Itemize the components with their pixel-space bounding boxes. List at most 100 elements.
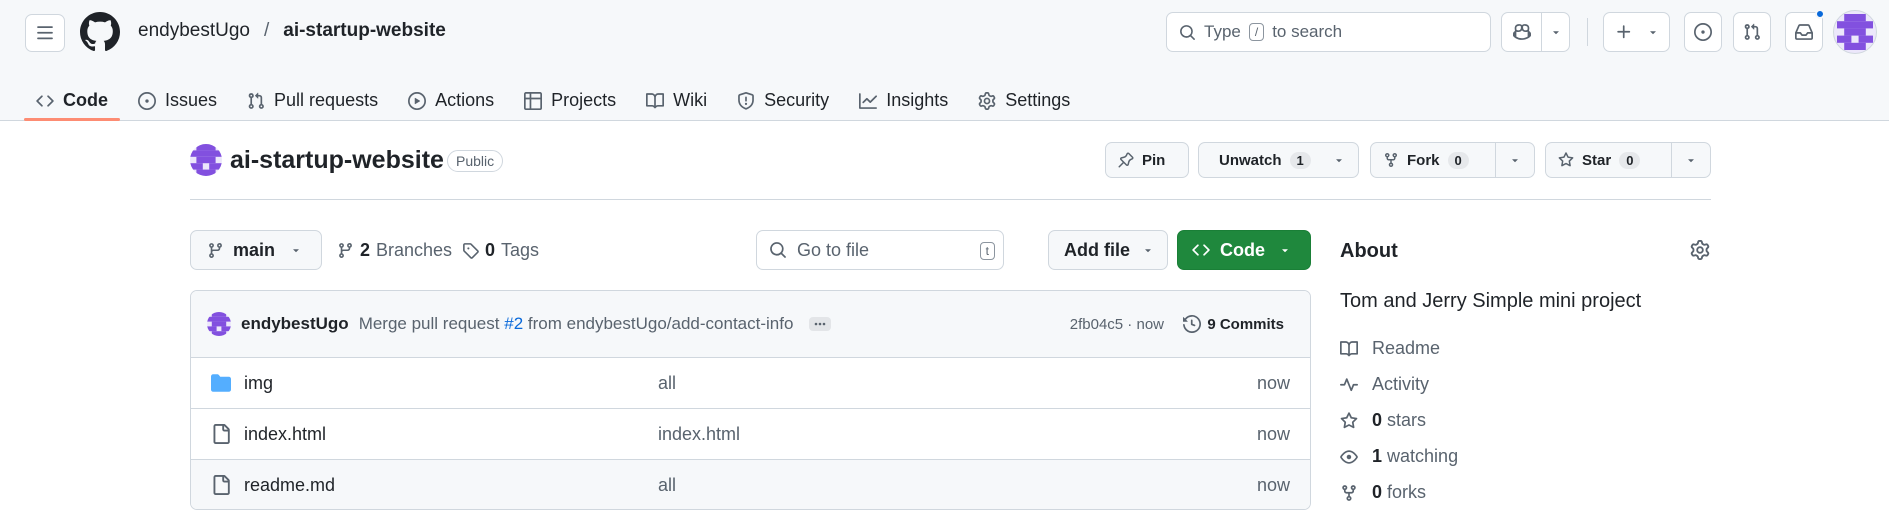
go-to-file-placeholder: Go to file xyxy=(797,239,870,260)
tab-issues[interactable]: Issues xyxy=(126,70,229,121)
forks-count: 0 xyxy=(1372,482,1383,502)
watching-link[interactable]: 1 watching xyxy=(1340,446,1458,467)
file-icon xyxy=(213,424,230,444)
branches-link[interactable]: 2 Branches xyxy=(337,240,452,261)
identicon-icon xyxy=(1837,14,1873,50)
file-row[interactable]: img all now xyxy=(191,358,1310,409)
chevron-down-icon xyxy=(293,249,299,253)
readme-link[interactable]: Readme xyxy=(1340,338,1440,359)
pull-request-link[interactable]: #2 xyxy=(504,314,523,333)
latest-commit-row: endybestUgo Merge pull request #2 from e… xyxy=(191,291,1310,358)
commit-message[interactable]: Merge pull request #2 from endybestUgo/a… xyxy=(359,314,794,334)
search-input[interactable]: Type / to search xyxy=(1166,12,1491,52)
search-placeholder-post: to search xyxy=(1272,22,1343,41)
file-row[interactable]: readme.md all now xyxy=(191,460,1310,509)
tab-security[interactable]: Security xyxy=(725,70,841,121)
gear-icon xyxy=(978,91,996,110)
tags-count: 0 xyxy=(485,240,496,260)
pin-icon xyxy=(1118,152,1134,168)
folder-icon xyxy=(211,374,231,392)
file-row[interactable]: index.html index.html now xyxy=(191,409,1310,460)
hamburger-icon xyxy=(37,26,53,40)
file-name[interactable]: readme.md xyxy=(244,475,335,496)
edit-about-button[interactable] xyxy=(1690,240,1710,260)
tab-label: Pull requests xyxy=(274,90,379,110)
branch-icon xyxy=(339,243,352,258)
watch-count: 1 xyxy=(1289,151,1311,169)
breadcrumb-separator: / xyxy=(263,20,270,41)
star-button[interactable]: Star 0 xyxy=(1545,142,1711,178)
tab-wiki[interactable]: Wiki xyxy=(634,70,719,121)
code-icon xyxy=(36,94,54,107)
pull-requests-button[interactable] xyxy=(1733,12,1771,52)
pulse-icon xyxy=(1340,377,1358,391)
menu-button[interactable] xyxy=(25,14,65,52)
breadcrumb-owner[interactable]: endybestUgo xyxy=(138,20,250,42)
commit-author-avatar[interactable] xyxy=(207,312,231,336)
stars-link[interactable]: 0 stars xyxy=(1340,410,1426,431)
kebab-horizontal-icon xyxy=(815,322,826,326)
commit-message-pre: Merge pull request xyxy=(358,314,500,333)
tag-icon xyxy=(463,243,479,259)
pull-request-icon xyxy=(248,92,264,109)
chevron-down-icon xyxy=(1688,159,1694,163)
expand-commit-button[interactable] xyxy=(809,317,832,331)
file-commit-message[interactable]: index.html xyxy=(658,424,740,445)
tab-insights[interactable]: Insights xyxy=(847,70,960,121)
go-to-file-shortcut-key: t xyxy=(979,242,995,260)
activity-link[interactable]: Activity xyxy=(1340,374,1429,395)
chevron-down-icon xyxy=(1282,249,1288,253)
readme-label: Readme xyxy=(1372,338,1441,358)
star-icon xyxy=(1340,411,1358,428)
tab-label: Settings xyxy=(1005,90,1071,110)
fork-button[interactable]: Fork 0 xyxy=(1370,142,1535,178)
go-to-file-input[interactable]: Go to file t xyxy=(756,230,1004,270)
watch-button[interactable]: Unwatch 1 xyxy=(1198,142,1359,178)
commit-sha[interactable]: 2fb04c5 · now xyxy=(1070,316,1164,333)
breadcrumb-repo[interactable]: ai-startup-website xyxy=(283,20,446,42)
create-new-button[interactable] xyxy=(1603,12,1670,52)
issues-button[interactable] xyxy=(1684,12,1722,52)
pin-button[interactable]: Pin xyxy=(1105,142,1189,178)
repo-owner-avatar[interactable] xyxy=(190,144,222,176)
code-button-label: Code xyxy=(1220,239,1265,260)
tab-code[interactable]: Code xyxy=(24,70,120,121)
plus-icon xyxy=(1616,25,1630,39)
commits-count: 9 Commits xyxy=(1207,315,1284,333)
tab-actions[interactable]: Actions xyxy=(396,70,506,121)
file-age: now xyxy=(1256,423,1290,444)
star-label: Star xyxy=(1582,151,1612,169)
branch-selector[interactable]: main xyxy=(190,230,322,270)
visibility-badge: Public xyxy=(447,150,504,172)
code-button[interactable]: Code xyxy=(1177,230,1311,270)
file-name[interactable]: index.html xyxy=(244,424,326,445)
shield-icon xyxy=(738,91,755,110)
tab-pull-requests[interactable]: Pull requests xyxy=(235,70,390,121)
forks-link[interactable]: 0 forks xyxy=(1340,482,1426,503)
watching-count: 1 xyxy=(1372,446,1383,466)
tab-projects[interactable]: Projects xyxy=(512,70,628,121)
tab-label: Actions xyxy=(435,90,495,110)
file-age: now xyxy=(1256,372,1290,393)
tab-settings[interactable]: Settings xyxy=(966,70,1082,121)
code-icon xyxy=(1192,244,1210,256)
file-name[interactable]: img xyxy=(244,373,273,394)
repo-description: Tom and Jerry Simple mini project xyxy=(1340,290,1642,312)
activity-label: Activity xyxy=(1372,374,1430,394)
add-file-button[interactable]: Add file xyxy=(1048,230,1168,270)
user-avatar[interactable] xyxy=(1833,10,1877,54)
search-icon xyxy=(1180,24,1195,40)
copilot-button[interactable] xyxy=(1501,12,1570,52)
fork-count: 0 xyxy=(1447,151,1469,169)
commits-history-link[interactable]: 9 Commits xyxy=(1183,315,1284,333)
stars-label: stars xyxy=(1387,410,1427,430)
tab-label: Projects xyxy=(551,90,617,110)
inbox-icon xyxy=(1795,24,1813,40)
file-commit-message[interactable]: all xyxy=(658,475,676,496)
tags-link[interactable]: 0 Tags xyxy=(462,240,539,261)
github-logo-icon[interactable] xyxy=(80,12,120,52)
repo-title[interactable]: ai-startup-website xyxy=(230,146,444,175)
eye-icon xyxy=(1340,449,1358,464)
file-commit-message[interactable]: all xyxy=(658,373,676,394)
commit-author[interactable]: endybestUgo xyxy=(241,314,349,334)
